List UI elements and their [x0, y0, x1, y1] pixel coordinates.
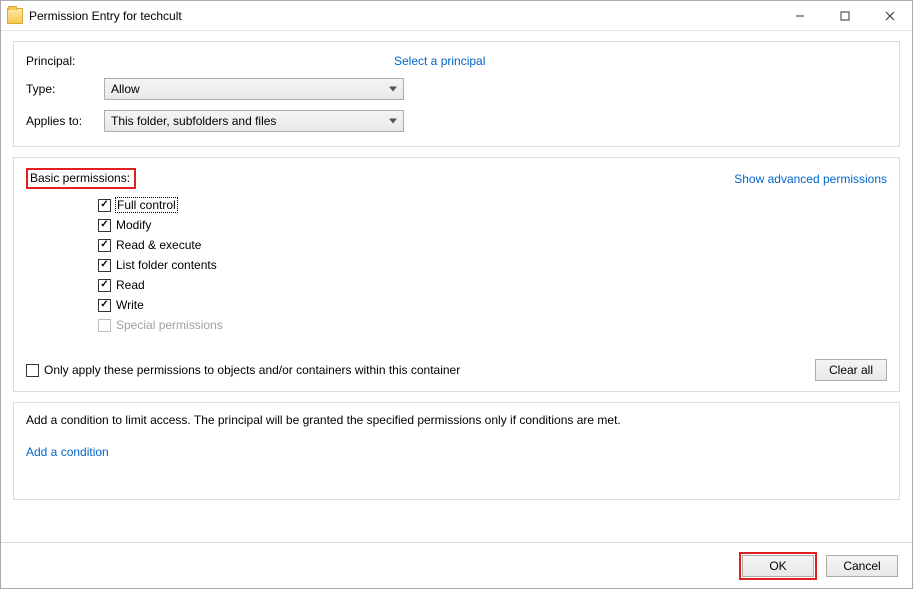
permission-label: Modify — [116, 218, 151, 232]
permission-label: Full control — [116, 198, 177, 212]
basic-permissions-label: Basic permissions: — [30, 171, 130, 185]
permission-label: Write — [116, 298, 144, 312]
only-apply-label: Only apply these permissions to objects … — [44, 363, 460, 377]
permissions-list: Full control Modify Read & execute List … — [98, 195, 887, 335]
chevron-down-icon — [389, 87, 397, 92]
applies-to-label: Applies to: — [26, 114, 104, 128]
permission-write[interactable]: Write — [98, 295, 887, 315]
permission-modify[interactable]: Modify — [98, 215, 887, 235]
only-apply-checkbox[interactable] — [26, 364, 39, 377]
conditions-text: Add a condition to limit access. The pri… — [26, 413, 887, 427]
basic-permissions-highlight: Basic permissions: — [26, 168, 136, 189]
type-value: Allow — [111, 82, 140, 96]
window-controls — [777, 1, 912, 30]
checkbox-icon[interactable] — [98, 199, 111, 212]
checkbox-icon[interactable] — [98, 219, 111, 232]
permission-read[interactable]: Read — [98, 275, 887, 295]
window-title: Permission Entry for techcult — [29, 9, 182, 23]
permission-full-control[interactable]: Full control — [98, 195, 887, 215]
checkbox-icon — [98, 319, 111, 332]
checkbox-icon[interactable] — [98, 279, 111, 292]
applies-to-select[interactable]: This folder, subfolders and files — [104, 110, 404, 132]
add-condition-link[interactable]: Add a condition — [26, 445, 109, 459]
conditions-panel: Add a condition to limit access. The pri… — [13, 402, 900, 500]
permission-read-execute[interactable]: Read & execute — [98, 235, 887, 255]
content-area: Principal: Select a principal Type: Allo… — [1, 31, 912, 542]
applies-to-value: This folder, subfolders and files — [111, 114, 276, 128]
permission-special: Special permissions — [98, 315, 887, 335]
ok-button-highlight: OK — [739, 552, 817, 580]
checkbox-icon[interactable] — [98, 239, 111, 252]
titlebar: Permission Entry for techcult — [1, 1, 912, 31]
minimize-button[interactable] — [777, 1, 822, 30]
permission-label: List folder contents — [116, 258, 217, 272]
checkbox-icon[interactable] — [98, 299, 111, 312]
permission-list-folder[interactable]: List folder contents — [98, 255, 887, 275]
folder-icon — [7, 8, 23, 24]
permission-label: Special permissions — [116, 318, 223, 332]
permission-label: Read — [116, 278, 145, 292]
type-label: Type: — [26, 82, 104, 96]
principal-label: Principal: — [26, 54, 104, 68]
checkbox-icon[interactable] — [98, 259, 111, 272]
permission-label: Read & execute — [116, 238, 201, 252]
ok-button[interactable]: OK — [742, 555, 814, 577]
permissions-panel: Basic permissions: Show advanced permiss… — [13, 157, 900, 392]
principal-panel: Principal: Select a principal Type: Allo… — [13, 41, 900, 147]
permission-entry-window: Permission Entry for techcult Principal:… — [0, 0, 913, 589]
close-button[interactable] — [867, 1, 912, 30]
maximize-button[interactable] — [822, 1, 867, 30]
type-select[interactable]: Allow — [104, 78, 404, 100]
clear-all-button[interactable]: Clear all — [815, 359, 887, 381]
chevron-down-icon — [389, 119, 397, 124]
footer: OK Cancel — [1, 542, 912, 588]
cancel-button[interactable]: Cancel — [826, 555, 898, 577]
select-principal-link[interactable]: Select a principal — [394, 54, 485, 68]
show-advanced-link[interactable]: Show advanced permissions — [734, 172, 887, 186]
